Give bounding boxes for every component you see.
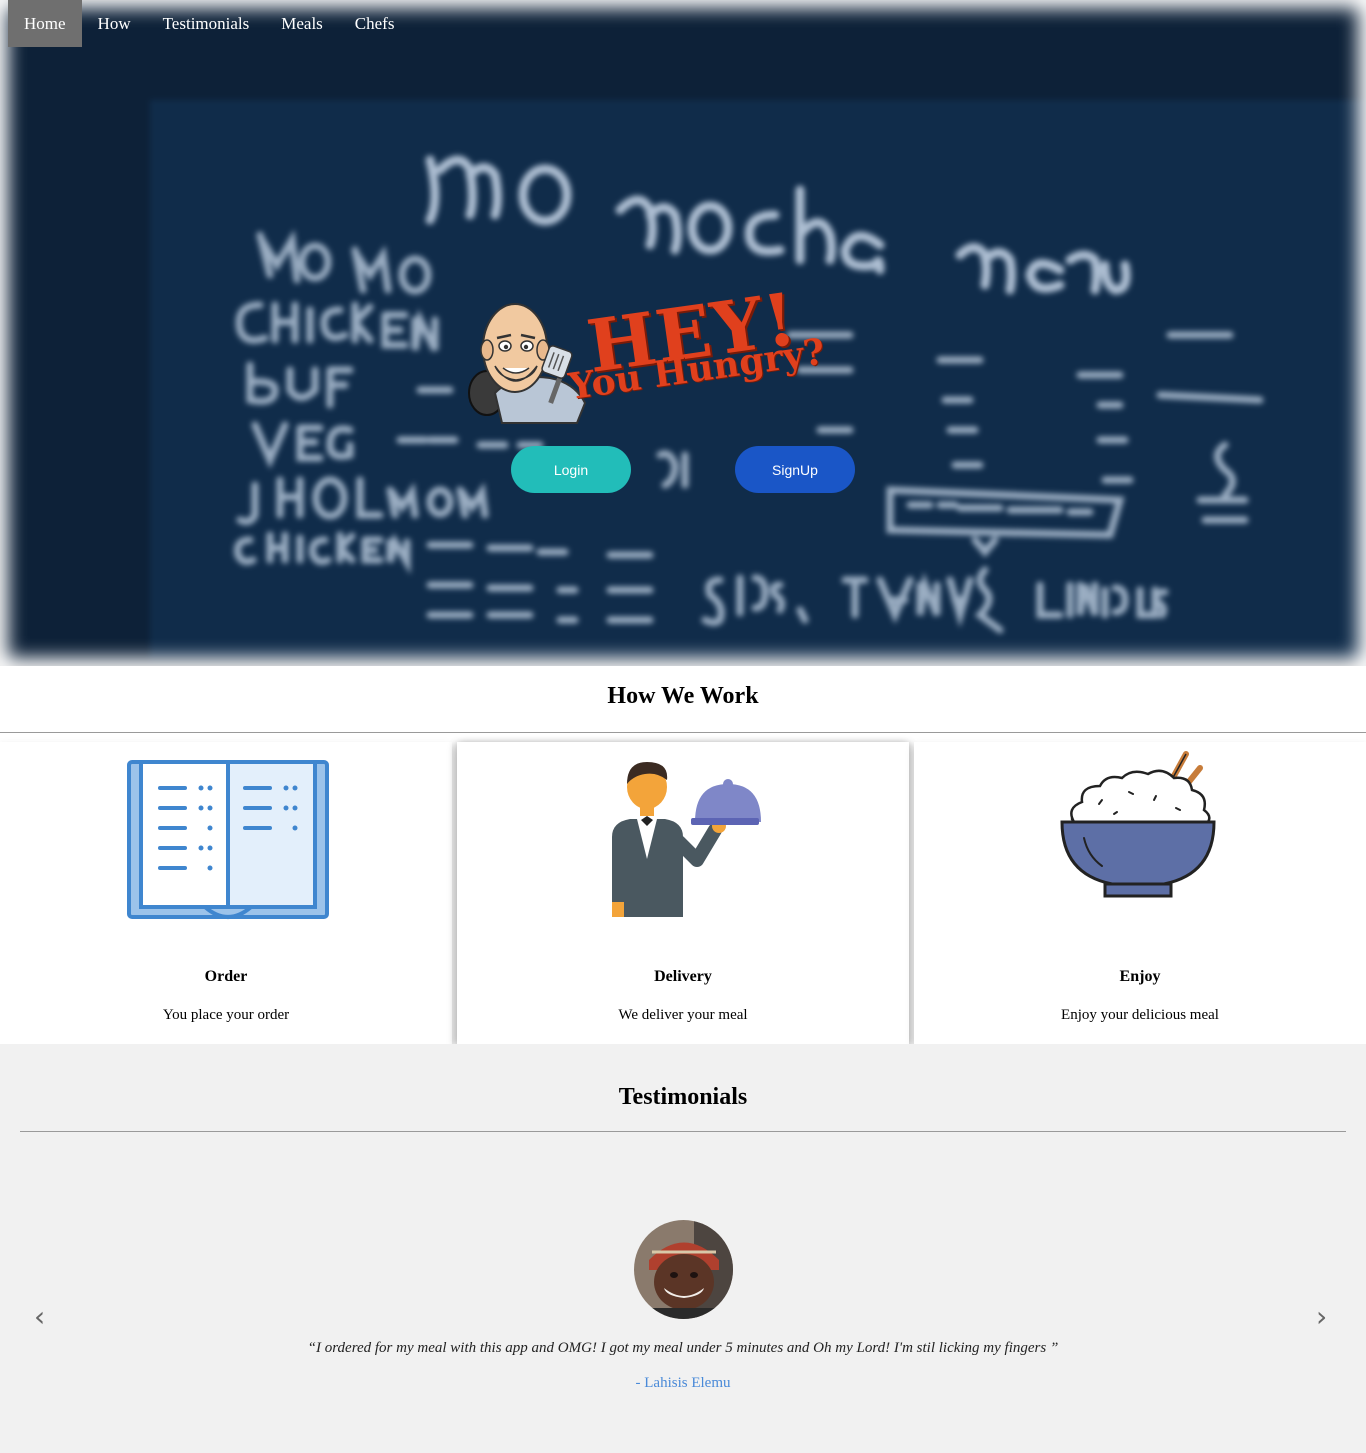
signup-button[interactable]: SignUp [735,446,855,493]
how-card-title: Delivery [654,968,712,985]
hero-section: Home How Testimonials Meals Chefs HEY! Y… [0,0,1366,666]
how-card-title: Enjoy [1119,968,1161,985]
how-card-title: Order [204,968,248,985]
nav-item-meals[interactable]: Meals [265,0,339,47]
how-card-order: Order You place your order [0,742,452,1044]
how-card-text: We deliver your meal [618,1007,748,1023]
waiter-cloche-icon [612,762,761,917]
how-card-enjoy: Enjoy Enjoy your delicious meal [914,742,1366,1044]
testimonial-author: - Lahisis Elemu [635,1375,731,1391]
nav-item-how[interactable]: How [82,0,147,47]
carousel-next-button[interactable]: › [1316,1300,1327,1333]
how-card-text: Enjoy your delicious meal [1061,1007,1219,1023]
section-divider [20,1131,1346,1132]
login-button[interactable]: Login [511,446,631,493]
section-divider [0,732,1366,733]
nav-item-home[interactable]: Home [8,0,82,47]
menu-book-icon [127,760,329,919]
top-nav: Home How Testimonials Meals Chefs [8,0,410,47]
carousel-prev-button[interactable]: ‹ [34,1300,45,1333]
nav-item-testimonials[interactable]: Testimonials [147,0,266,47]
how-we-work-heading: How We Work [607,683,759,709]
how-card-delivery: Delivery We deliver your meal [457,742,909,1044]
testimonials-heading: Testimonials [618,1084,748,1110]
how-card-text: You place your order [162,1007,290,1023]
testimonials-section: Testimonials ‹ › “I ordered for my meal … [0,1044,1366,1453]
nav-item-chefs[interactable]: Chefs [339,0,411,47]
testimonial-quote: “I ordered for my meal with this app and… [307,1340,1059,1356]
rice-bowl-icon [1060,751,1216,898]
avatar [634,1220,733,1319]
